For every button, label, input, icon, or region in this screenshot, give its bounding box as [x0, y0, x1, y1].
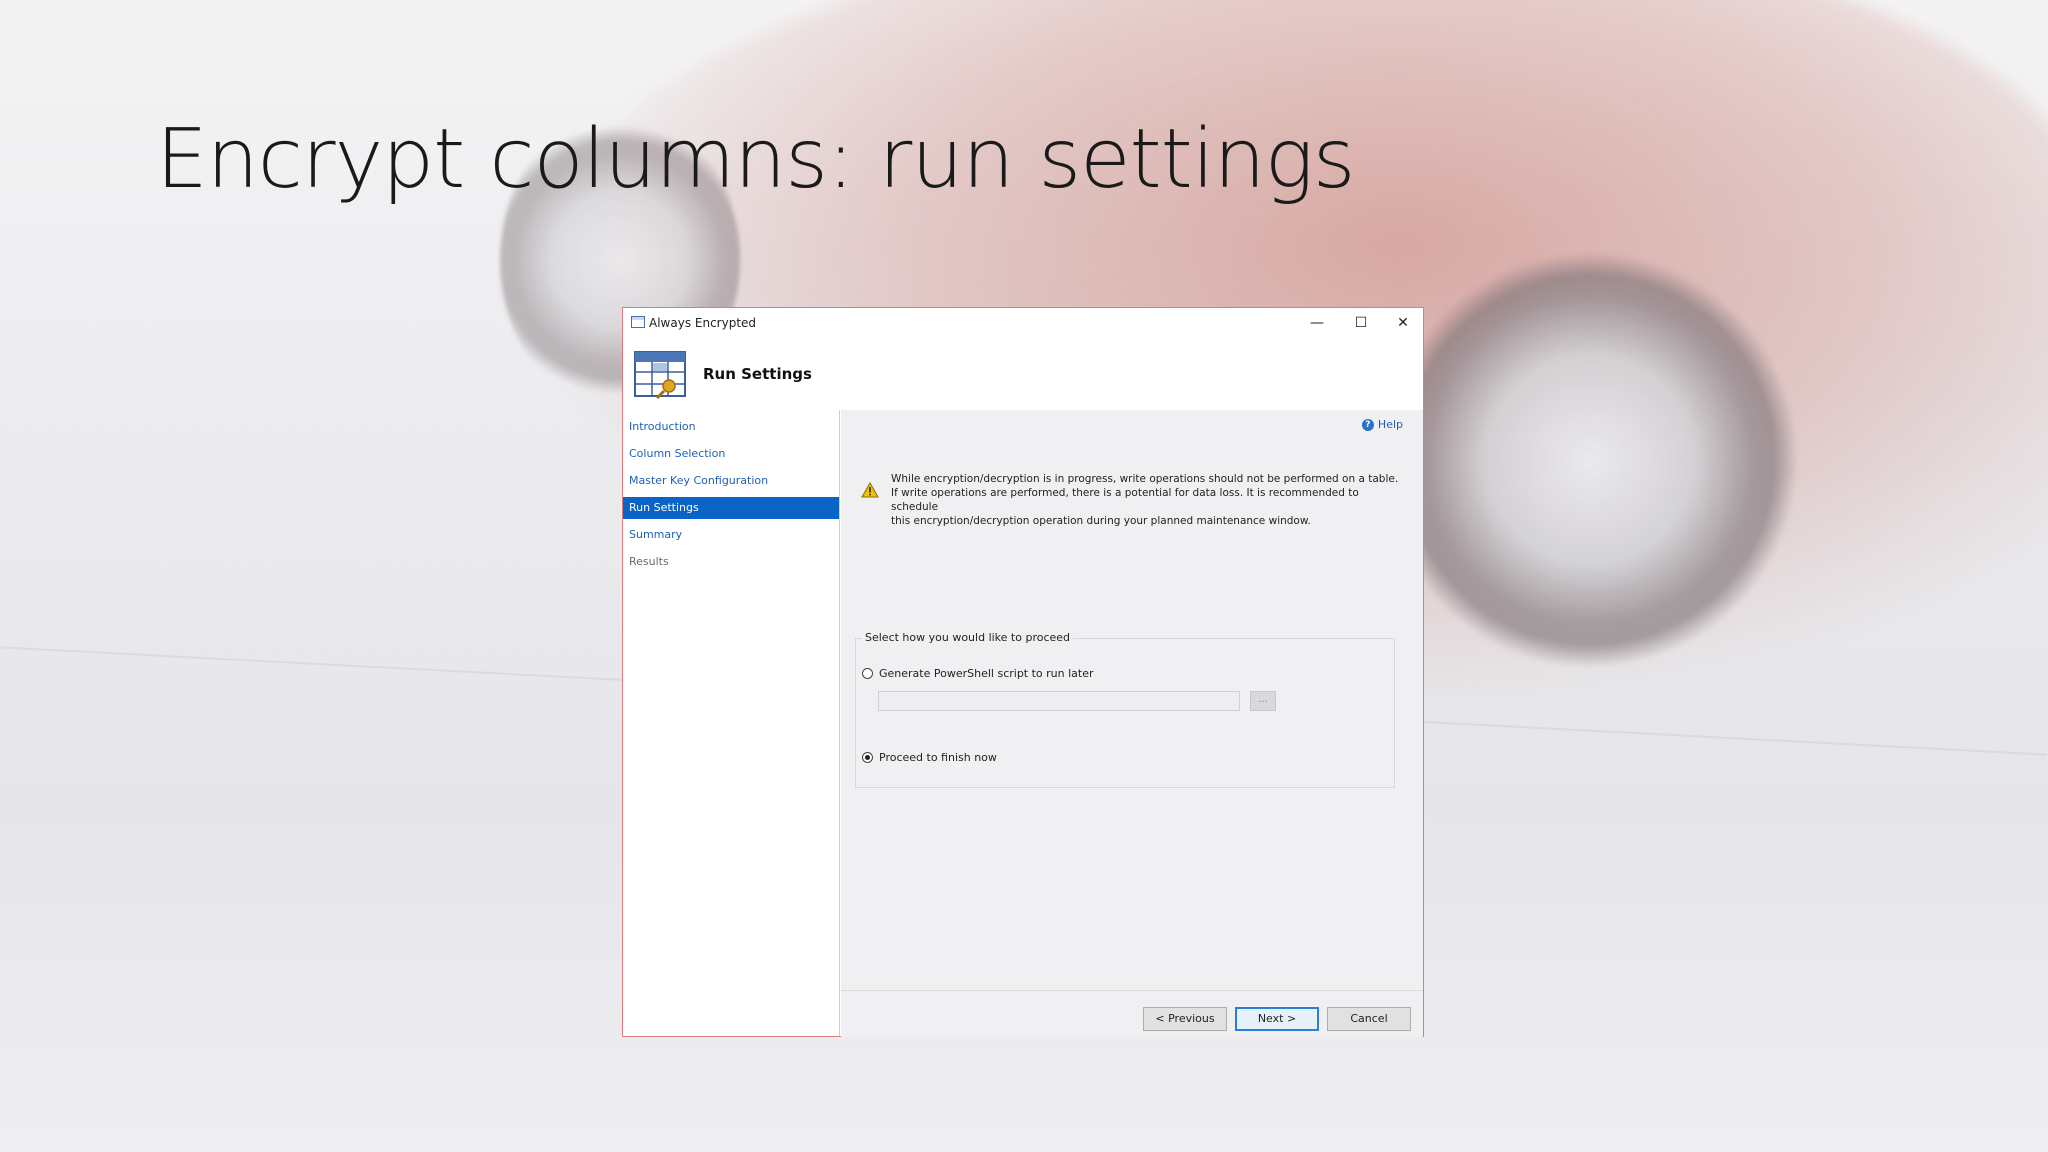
generate-script-option[interactable]: Generate PowerShell script to run later	[862, 667, 1094, 680]
next-button[interactable]: Next >	[1235, 1007, 1319, 1031]
previous-button[interactable]: < Previous	[1143, 1007, 1227, 1031]
wizard-header: Run Settings	[623, 338, 1423, 410]
minimize-button[interactable]: —	[1297, 312, 1337, 334]
nav-item-run-settings[interactable]: Run Settings	[623, 497, 839, 519]
background-wheel	[1380, 250, 1800, 670]
generate-script-radio[interactable]	[862, 668, 873, 679]
warning-text: While encryption/decryption is in progre…	[891, 472, 1401, 528]
help-label: Help	[1377, 418, 1403, 431]
cancel-button[interactable]: Cancel	[1327, 1007, 1411, 1031]
slide-title: Encrypt columns: run settings	[156, 112, 1356, 207]
nav-item-introduction[interactable]: Introduction	[623, 416, 839, 438]
proceed-group-label: Select how you would like to proceed	[862, 631, 1074, 644]
maximize-button[interactable]: ☐	[1341, 312, 1381, 334]
warning-line: this encryption/decryption operation dur…	[891, 515, 1311, 527]
title-bar[interactable]: Always Encrypted — ☐ ✕	[623, 308, 1423, 338]
always-encrypted-dialog: Always Encrypted — ☐ ✕ Run Settings Intr…	[622, 307, 1424, 1037]
nav-item-summary[interactable]: Summary	[623, 524, 839, 546]
script-path-input[interactable]	[878, 691, 1240, 711]
browse-button[interactable]: ...	[1250, 691, 1276, 711]
close-button[interactable]: ✕	[1383, 312, 1423, 334]
warning-line: If write operations are performed, there…	[891, 487, 1359, 513]
wizard-content: ? Help While encryption/decryption is in…	[841, 410, 1423, 990]
table-key-icon	[634, 351, 686, 400]
generate-script-label: Generate PowerShell script to run later	[879, 667, 1094, 680]
nav-item-results: Results	[629, 555, 669, 568]
nav-item-master-key-configuration[interactable]: Master Key Configuration	[623, 470, 839, 492]
wizard-steps-nav: Introduction Column Selection Master Key…	[623, 410, 840, 1036]
proceed-now-label: Proceed to finish now	[879, 751, 997, 764]
nav-item-column-selection[interactable]: Column Selection	[623, 443, 839, 465]
app-icon	[631, 316, 645, 328]
warning-icon	[861, 482, 879, 498]
help-icon: ?	[1361, 418, 1374, 431]
page-title: Run Settings	[703, 365, 812, 383]
help-link[interactable]: ? Help	[1361, 418, 1403, 431]
proceed-now-radio[interactable]	[862, 752, 873, 763]
window-title: Always Encrypted	[649, 316, 757, 330]
wizard-footer: < Previous Next > Cancel	[841, 990, 1423, 1037]
proceed-now-option[interactable]: Proceed to finish now	[862, 751, 997, 764]
warning-message: While encryption/decryption is in progre…	[861, 472, 1401, 528]
proceed-options-group: Select how you would like to proceed Gen…	[855, 631, 1395, 788]
warning-line: While encryption/decryption is in progre…	[891, 473, 1399, 485]
